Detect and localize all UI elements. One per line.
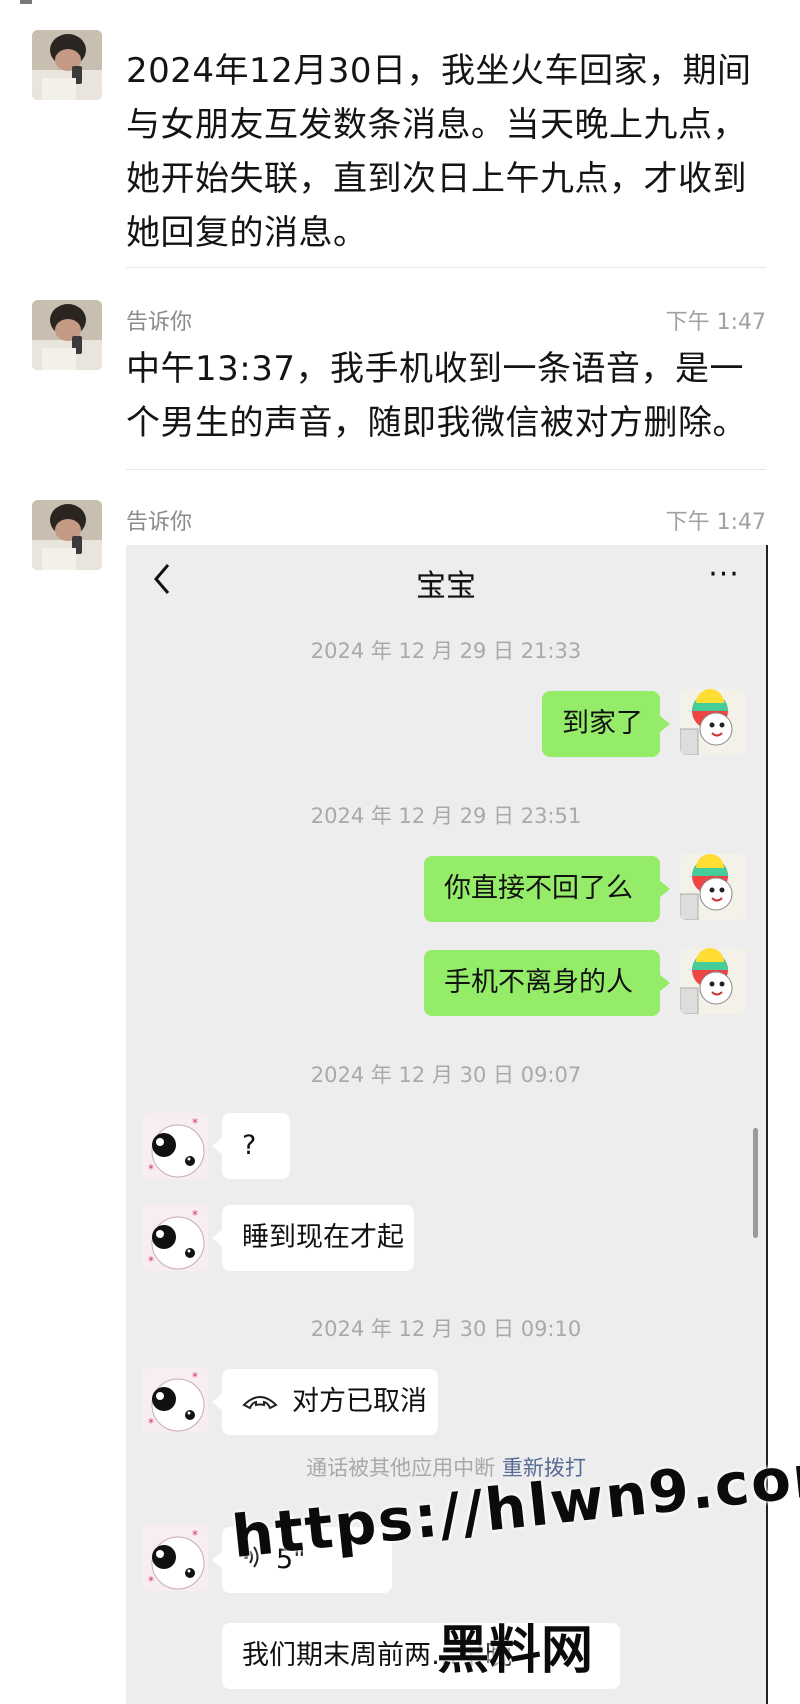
my-message-bubble[interactable]: 到家了 (542, 691, 670, 757)
svg-text:*: * (148, 1254, 154, 1268)
timestamp: 2024 年 12 月 29 日 23:51 (310, 804, 582, 828)
status-dot (20, 0, 32, 4)
post-text: 2024年12月30日，我坐火车回家，期间与女朋友互发数条消息。当天晚上九点，她… (126, 51, 752, 253)
svg-text:*: * (148, 1162, 154, 1176)
divider (126, 267, 766, 268)
sender-name[interactable]: 告诉你 (126, 304, 192, 336)
timestamp: 2024 年 12 月 30 日 09:10 (310, 1317, 582, 1341)
call-cancelled-bubble[interactable]: 对方已取消 (212, 1369, 438, 1436)
divider (126, 469, 766, 470)
watermark-name: 黑料网 (437, 1621, 594, 1681)
message-time: 下午 1:47 (665, 310, 766, 335)
her-message-bubble[interactable]: 睡到现在才起 (212, 1205, 414, 1271)
post-text: 中午13:37，我手机收到一条语音，是一个男生的声音，随即我微信被对方删除。 (126, 349, 747, 443)
phone-hangup-icon (242, 1370, 278, 1436)
svg-text:*: * (148, 1416, 154, 1430)
svg-text:*: * (192, 1528, 198, 1542)
message-time: 下午 1:47 (665, 510, 766, 535)
user-avatar[interactable] (32, 300, 102, 370)
my-message-bubble[interactable]: 手机不离身的人 (424, 950, 670, 1016)
svg-text:*: * (192, 1208, 198, 1222)
her-avatar[interactable]: * * (142, 1205, 208, 1271)
my-avatar[interactable] (680, 689, 746, 755)
scrollbar[interactable] (753, 1128, 758, 1238)
chat-title: 宝宝 (416, 569, 476, 604)
my-avatar[interactable] (680, 854, 746, 920)
call-status-text: 对方已取消 (292, 1386, 427, 1417)
her-avatar[interactable]: * * (142, 1113, 208, 1179)
her-avatar[interactable]: * * (142, 1525, 208, 1591)
sender-name[interactable]: 告诉你 (126, 504, 192, 536)
svg-text:*: * (192, 1370, 198, 1384)
user-avatar[interactable] (32, 30, 102, 100)
her-avatar[interactable]: * * (142, 1367, 208, 1433)
my-message-bubble[interactable]: 你直接不回了么 (424, 856, 670, 922)
my-avatar[interactable] (680, 948, 746, 1014)
svg-text:*: * (148, 1574, 154, 1588)
svg-text:*: * (192, 1116, 198, 1130)
notice-text: 通话被其他应用中断 (306, 1456, 496, 1480)
her-message-bubble[interactable]: ? (212, 1113, 290, 1179)
user-avatar[interactable] (32, 500, 102, 570)
chat-header: 宝宝 ··· (126, 545, 766, 615)
timestamp: 2024 年 12 月 30 日 09:07 (310, 1063, 582, 1087)
more-icon[interactable]: ··· (704, 560, 744, 591)
timestamp: 2024 年 12 月 29 日 21:33 (310, 639, 582, 663)
